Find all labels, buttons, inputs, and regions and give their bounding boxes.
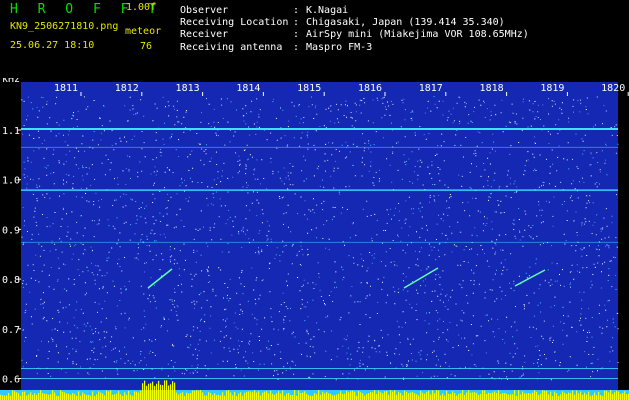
info-value: AirSpy mini (Miakejima VOR 108.65MHz) [306,29,529,41]
info-value: K.Nagai [306,4,349,16]
info-value: Maspro FM-3 [306,41,373,53]
x-tick-label: 1814 [236,83,260,94]
header-panel: H R O F F T 1.00f KN9_2506271810.png 25.… [0,0,629,78]
y-tick-label: 1.1 [2,126,20,137]
y-tick-label: 0.6 [2,375,20,386]
info-key: Receiving antenna [180,41,283,53]
x-tick-label: 1819 [540,83,564,94]
info-colon: : [293,41,300,53]
info-colon: : [293,4,300,16]
x-tick-label: 1816 [358,83,382,94]
x-tick-label: 1818 [480,83,504,94]
info-row-location: Receiving Location : Chigasaki, Japan (1… [180,16,529,28]
meteor-label: meteor [125,26,162,37]
info-row-observer: Observer : K.Nagai [180,4,529,16]
date-time: 25.06.27 18:10 [10,40,95,51]
info-colon: : [293,17,300,29]
spectrogram-plot: kHz 1.1 1.0 0.9 0.8 0.7 0.6 1811 1812 1813 1814 18… [0,78,629,400]
info-row-antenna: Receiving antenna : Maspro FM-3 [180,41,529,53]
x-tick-label: 1817 [419,83,443,94]
meteor-count: 76 [140,41,153,52]
x-tick-label: 1820 [601,83,625,94]
info-key: Receiver [180,29,229,41]
x-tick-label: 1813 [176,83,200,94]
file-name: KN9_2506271810.png [10,21,119,32]
y-tick-label: 1.0 [2,176,20,187]
info-key: Observer [180,4,229,16]
station-info: Observer : K.Nagai Receiving Location : … [180,4,529,54]
y-tick-label: 0.9 [2,225,20,236]
app-version: 1.00f [126,2,157,13]
info-key: Receiving Location [180,17,289,29]
y-axis-unit: kHz [2,78,20,85]
y-tick-label: 0.7 [2,325,20,336]
info-row-receiver: Receiver : AirSpy mini (Miakejima VOR 10… [180,29,529,41]
x-tick-label: 1812 [115,83,139,94]
x-tick-label: 1815 [297,83,321,94]
info-colon: : [293,29,300,41]
y-tick-label: 0.8 [2,275,20,286]
info-value: Chigasaki, Japan (139.414 35.340) [306,17,505,29]
x-tick-label: 1811 [54,83,78,94]
